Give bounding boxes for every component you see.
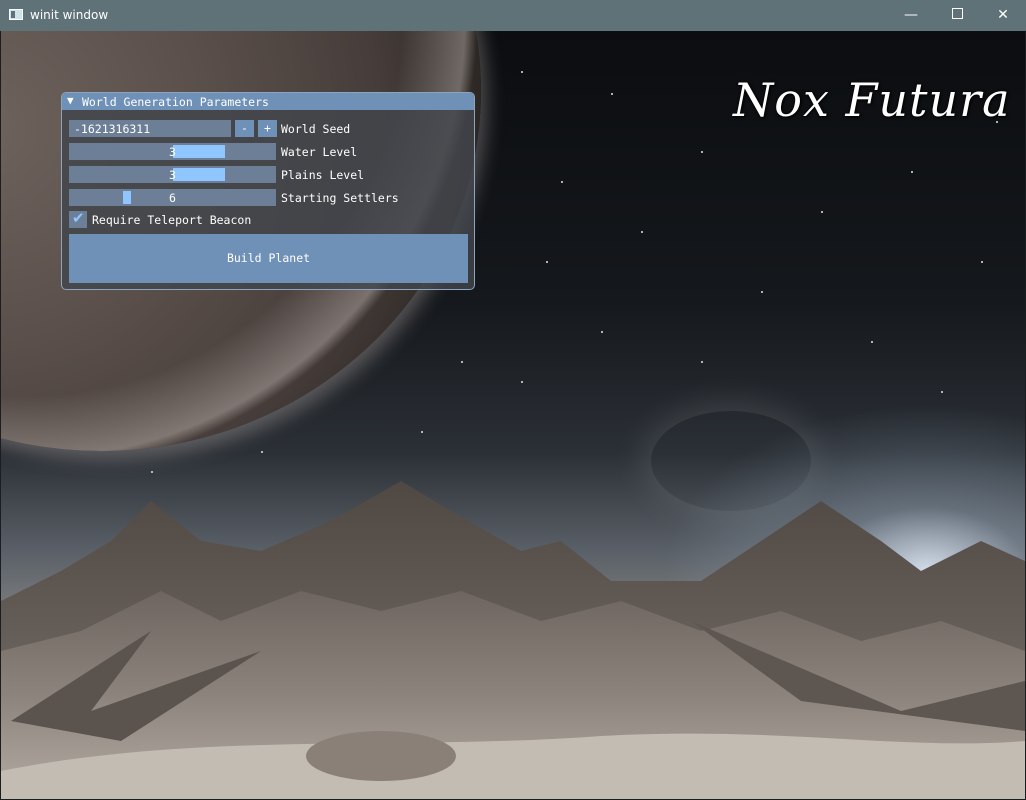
water-level-label: Water Level — [281, 145, 358, 159]
starting-settlers-slider[interactable]: 6 — [69, 189, 276, 206]
world-seed-input[interactable]: -1621316311 — [69, 120, 231, 137]
collapse-arrow-icon[interactable]: ▼ — [67, 94, 74, 107]
water-level-slider[interactable]: 3 — [69, 143, 276, 160]
world-generation-panel[interactable]: ▼ World Generation Parameters -162131631… — [61, 92, 475, 290]
water-level-value: 3 — [169, 145, 176, 159]
plains-level-value: 3 — [169, 168, 176, 182]
mountain-terrain — [1, 481, 1025, 799]
game-title-logo: Nox Futura — [733, 73, 1011, 127]
world-seed-value: -1621316311 — [74, 122, 151, 136]
maximize-icon — [951, 8, 963, 19]
build-planet-button[interactable]: Build Planet — [69, 234, 468, 283]
panel-title: World Generation Parameters — [82, 95, 269, 109]
app-icon — [9, 9, 23, 20]
window-title: winit window — [30, 8, 109, 22]
close-icon: ✕ — [997, 7, 1009, 23]
close-button[interactable]: ✕ — [980, 0, 1026, 31]
world-seed-label: World Seed — [281, 122, 351, 136]
plains-level-label: Plains Level — [281, 168, 365, 182]
window-titlebar[interactable]: winit window — ✕ — [0, 0, 1026, 31]
panel-header[interactable]: ▼ World Generation Parameters — [62, 93, 474, 110]
minimize-icon: — — [904, 7, 918, 23]
minimize-button[interactable]: — — [888, 0, 934, 31]
maximize-button[interactable] — [934, 0, 980, 31]
starting-settlers-label: Starting Settlers — [281, 191, 399, 205]
seed-decrement-button[interactable]: - — [235, 120, 254, 137]
teleport-beacon-label[interactable]: Require Teleport Beacon — [92, 213, 251, 227]
teleport-beacon-checkbox[interactable]: ✔ — [69, 209, 87, 228]
seed-increment-button[interactable]: + — [258, 120, 277, 137]
checkmark-icon: ✔ — [72, 209, 85, 227]
starting-settlers-value: 6 — [169, 191, 176, 205]
plains-level-slider[interactable]: 3 — [69, 166, 276, 183]
